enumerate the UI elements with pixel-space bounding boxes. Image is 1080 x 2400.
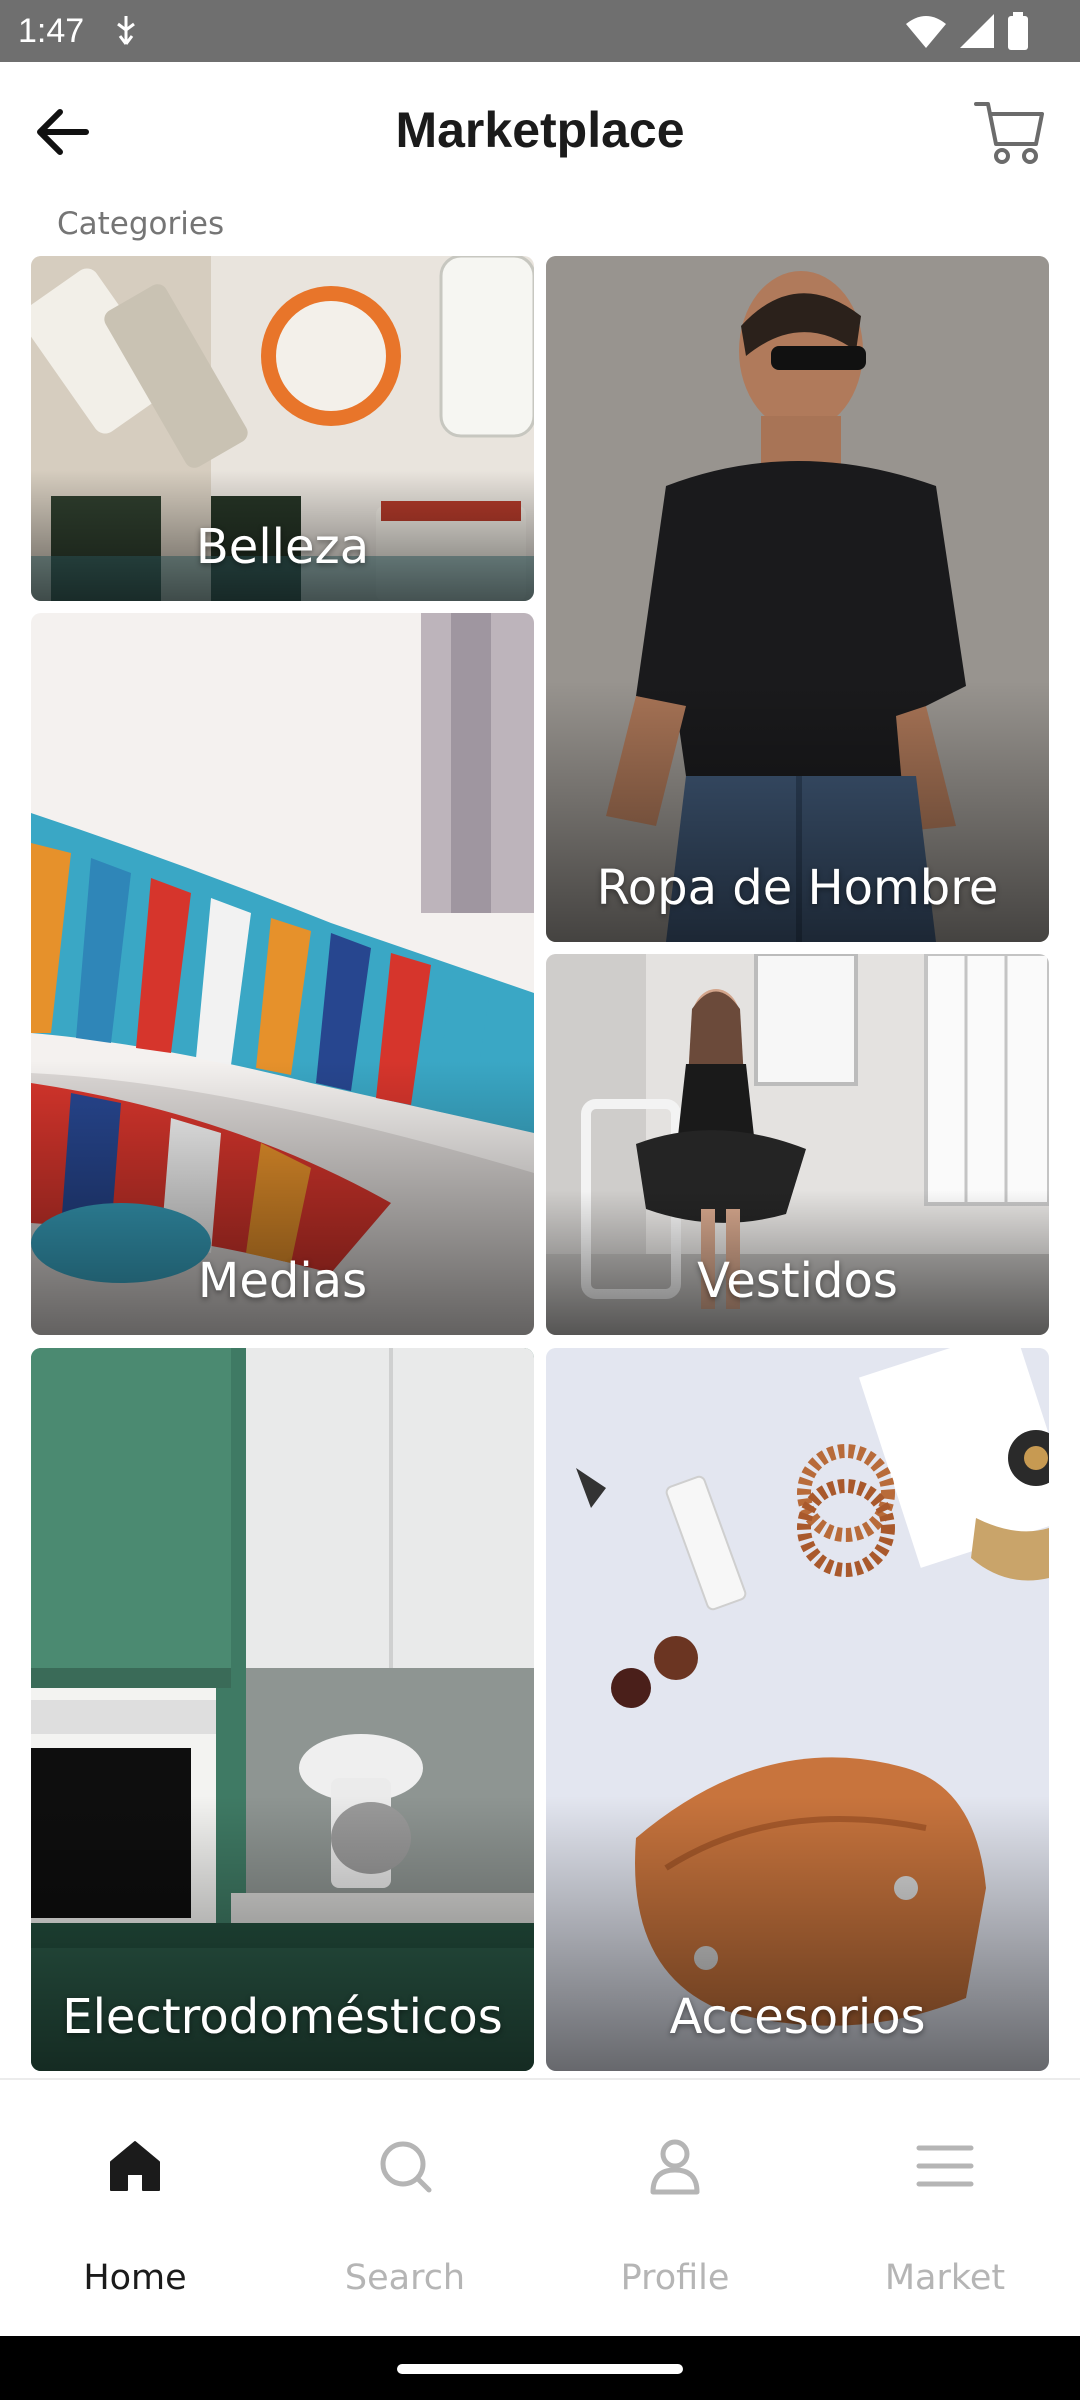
gesture-handle[interactable]: [397, 2364, 683, 2374]
status-icons: [904, 12, 1054, 50]
app-bar: Marketplace: [0, 62, 1080, 197]
category-label: Accesorios: [669, 1989, 926, 2045]
home-icon: [110, 2141, 160, 2191]
nav-label: Market: [884, 2258, 1006, 2298]
bottom-navigation: Home Search Profile Market: [0, 2078, 1080, 2338]
usb-debug-icon: [117, 16, 135, 45]
nav-label: Search: [344, 2258, 466, 2298]
category-tile-belleza[interactable]: Belleza: [31, 256, 534, 601]
profile-icon: [650, 2139, 700, 2195]
status-time: 1:47: [18, 12, 85, 50]
nav-label: Profile: [620, 2258, 730, 2298]
category-tile-vestidos[interactable]: Vestidos: [546, 954, 1049, 1335]
page-title: Marketplace: [395, 102, 685, 158]
section-label-categories: Categories: [57, 206, 225, 242]
category-tile-accesorios[interactable]: Accesorios: [546, 1348, 1049, 2071]
category-tile-medias[interactable]: Medias: [31, 613, 534, 1335]
category-label: Belleza: [195, 519, 370, 575]
category-label: Vestidos: [697, 1253, 898, 1309]
system-navigation-bar: [0, 2336, 1080, 2400]
search-icon: [380, 2141, 432, 2193]
nav-item-market[interactable]: Market: [810, 2080, 1080, 2338]
nav-item-search[interactable]: Search: [270, 2080, 540, 2338]
category-label: Electrodomésticos: [62, 1989, 503, 2045]
wifi-icon: [906, 16, 946, 48]
category-tile-ropa-de-hombre[interactable]: Ropa de Hombre: [546, 256, 1049, 942]
nav-label: Home: [83, 2258, 187, 2298]
category-grid: Belleza Ropa de Hombre Medias Vestidos E…: [0, 256, 1080, 2078]
category-tile-electrodomesticos[interactable]: Electrodomésticos: [31, 1348, 534, 2071]
battery-icon: [1008, 12, 1028, 50]
category-label: Medias: [197, 1253, 368, 1309]
signal-icon: [960, 14, 994, 48]
nav-item-home[interactable]: Home: [0, 2080, 270, 2338]
nav-item-profile[interactable]: Profile: [540, 2080, 810, 2338]
cart-icon[interactable]: [970, 92, 1050, 172]
category-label: Ropa de Hombre: [596, 860, 999, 916]
marketplace-screen: 1:47 Marketplace Categories Belleza Ropa…: [0, 0, 1080, 2400]
menu-icon: [916, 2145, 974, 2187]
status-bar: 1:47: [0, 0, 1080, 62]
